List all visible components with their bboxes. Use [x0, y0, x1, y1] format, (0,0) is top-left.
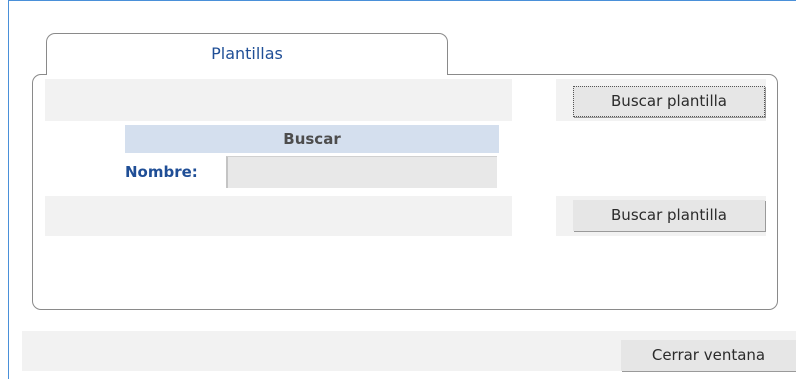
- tab-label: Plantillas: [211, 44, 283, 63]
- top-button-bar: [45, 79, 512, 121]
- search-template-button-top[interactable]: Buscar plantilla: [573, 86, 765, 117]
- close-window-button[interactable]: Cerrar ventana: [621, 340, 796, 371]
- tab-plantillas[interactable]: Plantillas: [46, 33, 448, 75]
- name-label: Nombre:: [125, 163, 198, 181]
- search-section-header: Buscar: [125, 125, 499, 153]
- bottom-button-bar: [45, 196, 512, 236]
- name-input[interactable]: [226, 156, 497, 188]
- search-template-button-bottom[interactable]: Buscar plantilla: [573, 200, 765, 231]
